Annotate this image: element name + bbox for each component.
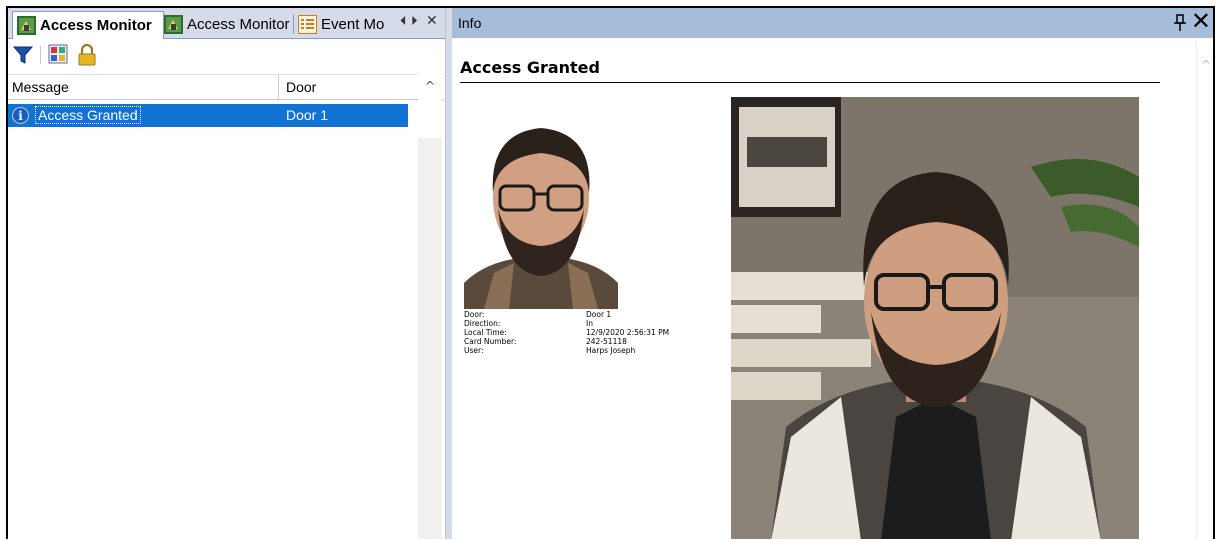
event-monitor-icon (298, 14, 317, 34)
row-message: Access Granted (35, 106, 141, 124)
toolbar (8, 39, 445, 71)
tab-label: Access Monitor (40, 17, 152, 34)
detail-value-direction: In (586, 319, 593, 328)
detail-label-direction: Direction: (464, 319, 501, 328)
tab-access-monitor-1[interactable]: Access Monitor (12, 11, 164, 39)
tab-scroll-right-button[interactable]: ⏵ (411, 14, 418, 29)
detail-value-door: Door 1 (586, 310, 612, 319)
filter-icon[interactable] (12, 44, 34, 66)
tab-access-monitor-2[interactable]: Access Monitor (164, 11, 292, 37)
scroll-up-button[interactable]: ^ (418, 74, 442, 98)
tab-event-monitor[interactable]: Event Mo (298, 11, 400, 37)
pin-icon[interactable] (1173, 14, 1187, 32)
app-window: Access Monitor Access Monitor Event Mo ⏴… (6, 6, 1215, 539)
detail-label-local-time: Local Time: (464, 328, 507, 337)
toolbar-separator (40, 46, 41, 64)
camera-snapshot (731, 97, 1139, 539)
vertical-scrollbar[interactable]: ^ (418, 74, 442, 539)
lock-icon[interactable] (76, 44, 98, 66)
detail-value-local-time: 12/9/2020 2:56:31 PM (586, 328, 670, 337)
info-scrollbar[interactable]: ^ (1196, 40, 1213, 539)
table-row[interactable]: i Access Granted Door 1 (8, 104, 408, 127)
image-icon[interactable] (48, 44, 70, 66)
detail-value-card-number: 242-51118 (586, 337, 627, 346)
column-divider[interactable] (278, 75, 279, 99)
cardholder-photo (464, 98, 618, 309)
info-icon: i (12, 107, 29, 124)
tab-bar: Access Monitor Access Monitor Event Mo ⏴… (8, 8, 445, 39)
detail-value-user: Harps Joseph (586, 346, 636, 355)
pane-splitter[interactable] (445, 8, 452, 539)
scroll-thumb[interactable] (418, 98, 442, 138)
column-header-door[interactable]: Door (286, 79, 316, 95)
tab-scroll-left-button[interactable]: ⏴ (400, 14, 407, 29)
row-door: Door 1 (286, 107, 329, 123)
info-content: Access Granted Door: Door 1 Direction: I… (452, 40, 1213, 539)
access-monitor-icon (164, 14, 183, 34)
column-header-message[interactable]: Message (12, 79, 69, 95)
chevron-up-icon[interactable]: ^ (1201, 58, 1211, 72)
detail-label-door: Door: (464, 310, 485, 319)
info-pane-header: Info ✕ (452, 8, 1213, 38)
access-monitor-icon (17, 16, 36, 35)
close-icon[interactable]: ✕ (1191, 8, 1211, 36)
tab-separator (293, 14, 294, 34)
event-heading: Access Granted (460, 58, 600, 77)
tab-label: Event Mo (321, 15, 385, 33)
tab-label: Access Monitor (187, 15, 290, 33)
heading-divider (460, 82, 1160, 83)
tab-close-button[interactable]: ✕ (426, 13, 438, 29)
detail-label-card-number: Card Number: (464, 337, 517, 346)
info-pane: Info ✕ Access Granted Door: Door 1 Direc… (452, 8, 1213, 539)
info-pane-title: Info (458, 15, 482, 31)
detail-label-user: User: (464, 346, 484, 355)
grid-header: Message Door (8, 74, 444, 100)
access-monitor-pane: Access Monitor Access Monitor Event Mo ⏴… (8, 8, 445, 539)
